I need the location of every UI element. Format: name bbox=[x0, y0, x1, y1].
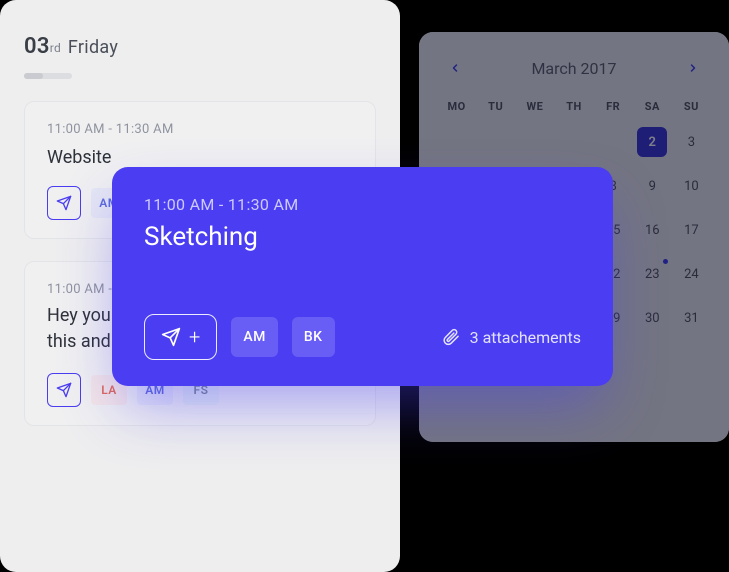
calendar-title: March 2017 bbox=[531, 59, 616, 78]
calendar-day[interactable]: 3 bbox=[672, 127, 711, 157]
calendar-day bbox=[476, 127, 515, 157]
person-chip[interactable]: BK bbox=[292, 317, 335, 357]
send-icon bbox=[56, 195, 72, 211]
chevron-left-icon bbox=[449, 60, 461, 76]
event-footer: + AM BK 3 attachements bbox=[144, 314, 581, 360]
card-line: Hey you bbox=[47, 305, 111, 326]
calendar-dow: WE bbox=[515, 100, 554, 113]
day-heading: 03rd Friday bbox=[24, 34, 376, 59]
send-icon bbox=[161, 327, 181, 347]
event-dot-icon bbox=[663, 259, 668, 264]
share-button[interactable] bbox=[47, 373, 81, 407]
calendar-day bbox=[437, 127, 476, 157]
time-range: 11:00 AM - 11:30 AM bbox=[47, 122, 353, 137]
calendar-day[interactable]: 31 bbox=[672, 303, 711, 333]
calendar-day[interactable]: 24 bbox=[672, 259, 711, 289]
attachments-label: 3 attachements bbox=[470, 328, 581, 347]
day-number: 03 bbox=[24, 34, 50, 59]
calendar-day bbox=[515, 127, 554, 157]
day-name: Friday bbox=[68, 37, 118, 58]
calendar-day[interactable]: 17 bbox=[672, 215, 711, 245]
event-title: Sketching bbox=[144, 222, 581, 252]
calendar-day[interactable]: 9 bbox=[633, 171, 672, 201]
calendar-dow: TH bbox=[554, 100, 593, 113]
day-ordinal: rd bbox=[50, 41, 61, 55]
attachments[interactable]: 3 attachements bbox=[442, 327, 581, 347]
calendar-dow: SU bbox=[672, 100, 711, 113]
day-progress bbox=[24, 73, 72, 79]
calendar-dow: TU bbox=[476, 100, 515, 113]
calendar-day[interactable]: 23 bbox=[633, 259, 672, 289]
calendar-next[interactable] bbox=[681, 56, 705, 80]
send-icon bbox=[56, 382, 72, 398]
calendar-day[interactable]: 2 bbox=[633, 127, 672, 157]
event-time: 11:00 AM - 11:30 AM bbox=[144, 195, 581, 214]
calendar-day[interactable]: 30 bbox=[633, 303, 672, 333]
share-button[interactable] bbox=[47, 186, 81, 220]
paperclip-icon bbox=[442, 327, 460, 347]
event-card[interactable]: 11:00 AM - 11:30 AM Sketching + AM BK 3 … bbox=[112, 167, 613, 386]
calendar-dow: FR bbox=[594, 100, 633, 113]
calendar-day[interactable]: 10 bbox=[672, 171, 711, 201]
calendar-header: March 2017 bbox=[437, 56, 711, 94]
person-chip[interactable]: AM bbox=[231, 317, 278, 357]
card-title: Website bbox=[47, 147, 353, 168]
calendar-dow: SA bbox=[633, 100, 672, 113]
calendar-dow: MO bbox=[437, 100, 476, 113]
calendar-day bbox=[594, 127, 633, 157]
calendar-day bbox=[554, 127, 593, 157]
plus-icon: + bbox=[189, 325, 200, 349]
calendar-prev[interactable] bbox=[443, 56, 467, 80]
chevron-right-icon bbox=[687, 60, 699, 76]
calendar-day[interactable]: 16 bbox=[633, 215, 672, 245]
add-participant-button[interactable]: + bbox=[144, 314, 217, 360]
